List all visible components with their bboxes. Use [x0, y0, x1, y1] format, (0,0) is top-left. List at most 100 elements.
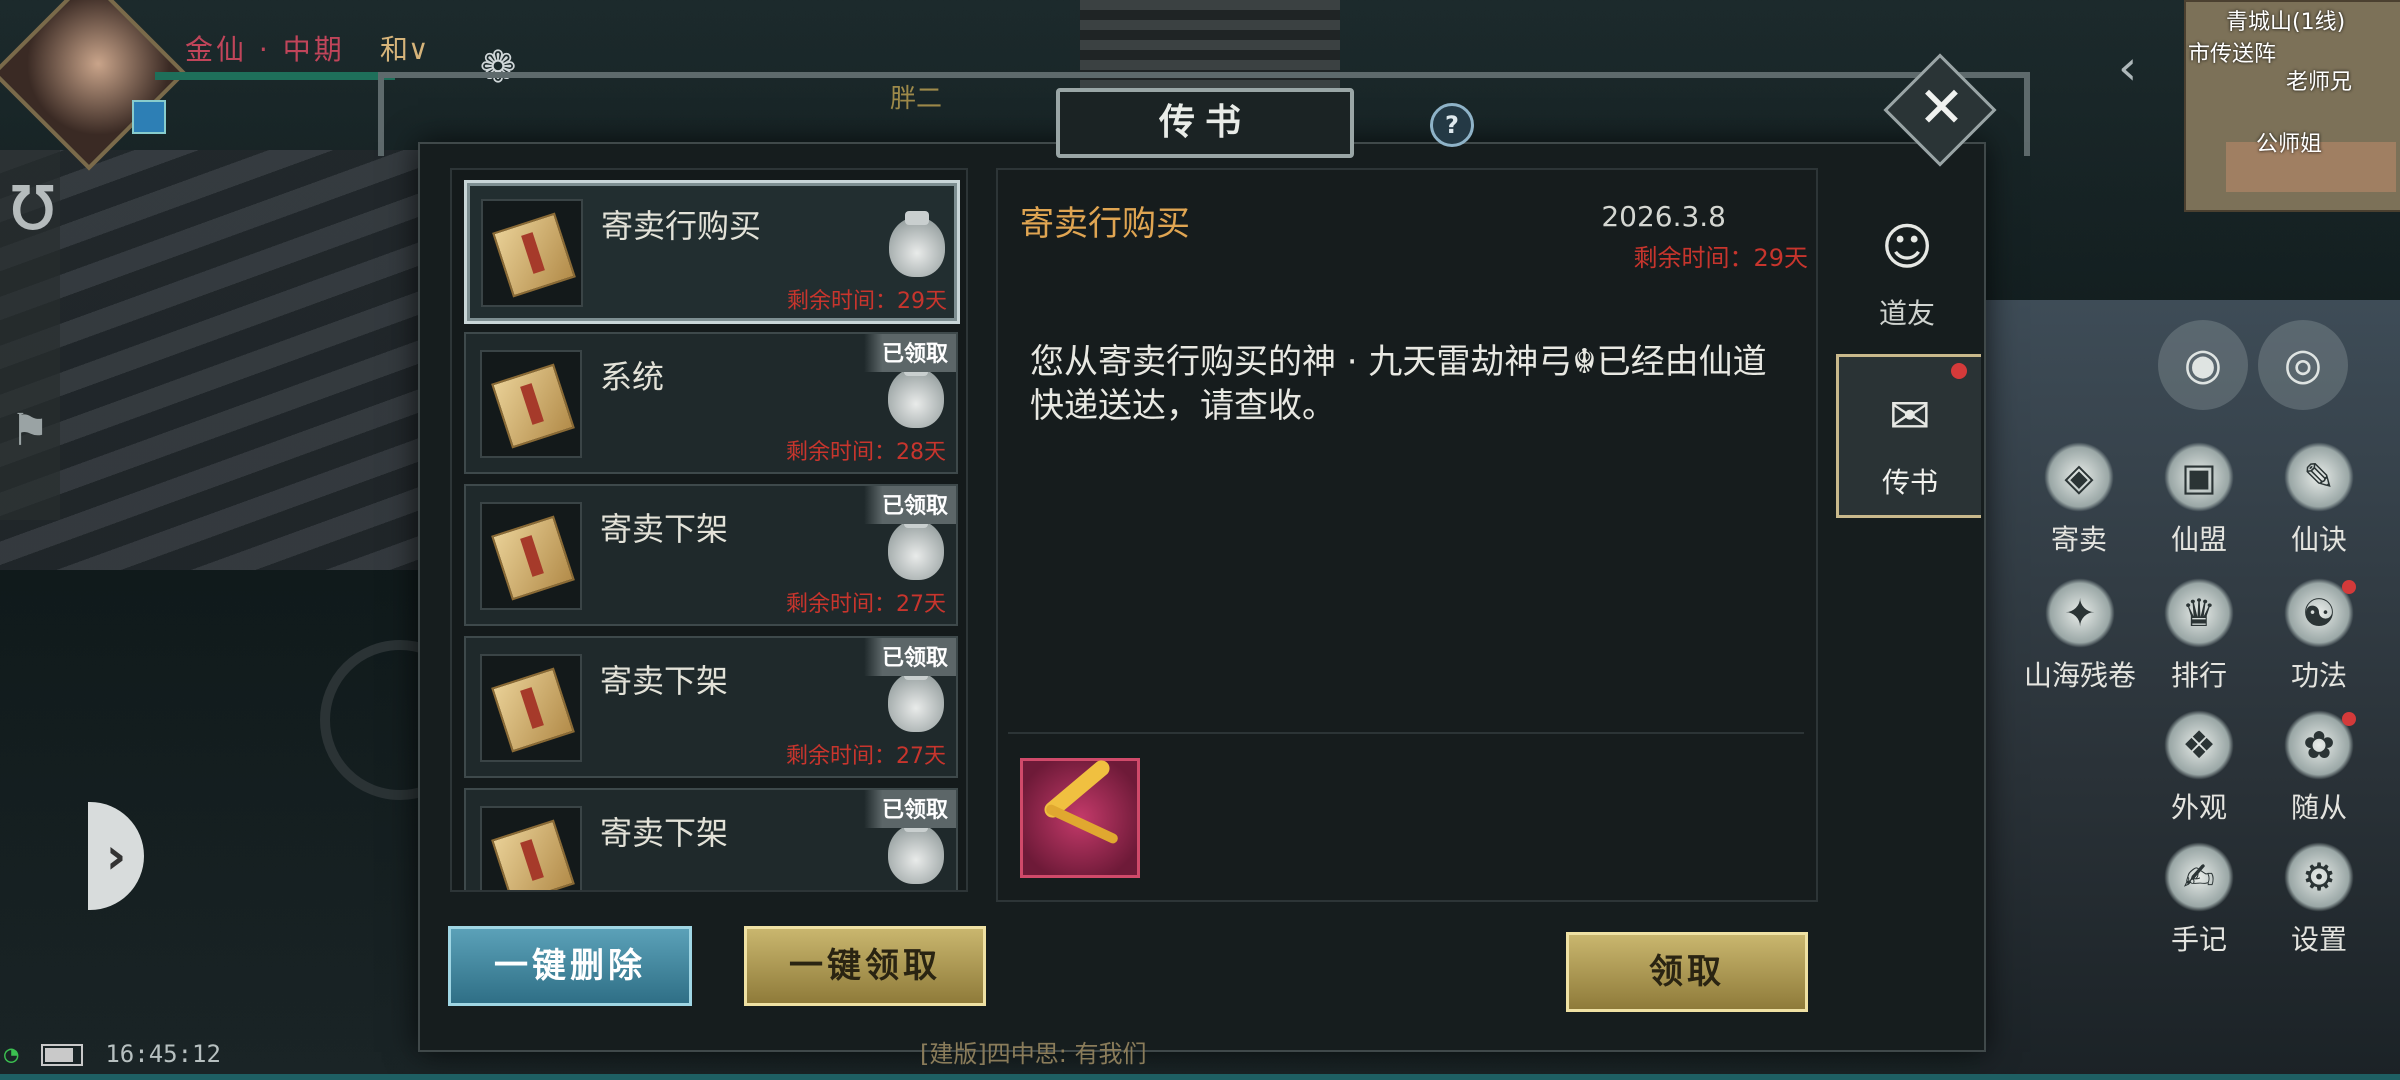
mail-name: 寄卖下架	[600, 510, 729, 548]
cycle-icon[interactable]: ◎	[2258, 320, 2348, 410]
buff-icon[interactable]	[132, 100, 166, 134]
ranking-icon: ♛	[2164, 578, 2234, 648]
mail-detail-title: 寄卖行购买	[1020, 204, 1190, 244]
mail-chat-icon: ✉	[1889, 387, 1931, 445]
mail-detail-date: 2026.3.8	[1601, 200, 1726, 233]
minimap[interactable]: 青城山(1线) 市传送阵 老师兄 公师姐	[2184, 0, 2400, 212]
claimed-badge: 已领取	[863, 790, 956, 828]
health-bar	[155, 72, 395, 80]
delete-all-button[interactable]: 一键删除	[448, 926, 692, 1006]
menu-skills[interactable]: ☯ 功法	[2264, 578, 2374, 694]
expand-arrow-icon[interactable]: ›	[88, 802, 144, 910]
player-avatar[interactable]	[0, 0, 187, 171]
claim-all-button[interactable]: 一键领取	[744, 926, 986, 1006]
mail-item[interactable]: 寄卖下架 已领取	[464, 788, 958, 890]
mail-remaining-time: 剩余时间：27天	[786, 592, 946, 617]
status-bar: ◔ 16:45:12	[0, 1040, 221, 1068]
notification-dot	[1951, 363, 1967, 379]
gear-icon: ⚙	[2284, 842, 2354, 912]
envelope-icon	[480, 350, 582, 458]
golden-bow-icon[interactable]	[1020, 757, 1140, 878]
menu-shanhai[interactable]: ✦ 山海残卷	[2010, 578, 2150, 694]
alliance-icon: ▣	[2164, 442, 2234, 512]
menu-journal[interactable]: ✍ 手记	[2144, 842, 2254, 958]
help-button[interactable]: ?	[1430, 103, 1474, 147]
bottom-bar	[0, 1074, 2400, 1080]
mail-detail-remaining: 剩余时间：29天	[1633, 244, 1808, 272]
mail-detail: 寄卖行购买 2026.3.8 剩余时间：29天 您从寄卖行购买的神 · 九天雷劫…	[996, 168, 1818, 902]
minimap-region: 青城山(1线)	[2226, 10, 2346, 35]
realm-label: 金仙 · 中期	[185, 33, 345, 66]
money-bag-icon	[889, 211, 945, 277]
minimap-label: 市传送阵	[2188, 42, 2277, 67]
money-bag-icon	[888, 666, 944, 732]
menu-label: 功法	[2290, 659, 2347, 692]
money-bag-icon	[888, 514, 944, 580]
menu-follower[interactable]: ✿ 随从	[2264, 710, 2374, 826]
mail-name: 寄卖下架	[600, 662, 729, 700]
envelope-icon	[480, 654, 582, 762]
menu-label: 随从	[2290, 791, 2347, 824]
claim-button[interactable]: 领取	[1566, 932, 1808, 1012]
scroll-icon: ✎	[2284, 442, 2354, 512]
mail-name: 寄卖下架	[600, 814, 729, 852]
menu-label: 仙诀	[2290, 523, 2347, 556]
appearance-icon: ❖	[2164, 710, 2234, 780]
menu-alliance[interactable]: ▣ 仙盟	[2144, 442, 2254, 558]
menu-label: 手记	[2170, 923, 2227, 956]
mail-item[interactable]: 寄卖下架 已领取 剩余时间：27天	[464, 636, 958, 778]
mail-detail-body: 您从寄卖行购买的神 · 九天雷劫神弓☬已经由仙道快递送达，请查收。	[1030, 342, 1767, 426]
tab-mail[interactable]: ✉ 传书	[1836, 354, 1981, 518]
consign-icon: ◈	[2044, 442, 2114, 512]
minimap-label: 老师兄	[2286, 70, 2353, 95]
friend-icon: ☺	[1880, 218, 1934, 276]
journal-icon: ✍	[2164, 842, 2234, 912]
tab-label: 道友	[1878, 297, 1935, 330]
mail-remaining-time: 剩余时间：28天	[786, 440, 946, 465]
dialog-title: 传书	[1056, 88, 1354, 158]
mail-name: 寄卖行购买	[601, 207, 762, 245]
mail-item[interactable]: 寄卖下架 已领取 剩余时间：27天	[464, 484, 958, 626]
menu-consign[interactable]: ◈ 寄卖	[2024, 442, 2134, 558]
money-bag-icon	[888, 362, 944, 428]
money-bag-icon	[888, 818, 944, 884]
bag-icon[interactable]: ◉	[2158, 320, 2248, 410]
minimap-label: 公师姐	[2256, 132, 2323, 157]
scroll-map-icon: ✦	[2045, 578, 2115, 648]
menu-immortal-art[interactable]: ✎ 仙诀	[2264, 442, 2374, 558]
menu-label: 仙盟	[2170, 523, 2227, 556]
chat-bubble-icon[interactable]: ʊ	[8, 155, 98, 275]
notification-dot	[2342, 712, 2356, 726]
menu-label: 外观	[2170, 791, 2227, 824]
notification-dot	[2342, 580, 2356, 594]
mail-list[interactable]: 寄卖行购买 剩余时间：29天 系统 已领取 剩余时间：28天 寄卖下架 已领取 …	[450, 168, 968, 892]
mail-remaining-time: 剩余时间：29天	[787, 289, 947, 314]
claimed-badge: 已领取	[863, 638, 956, 676]
envelope-icon	[480, 806, 582, 890]
battery-icon	[40, 1044, 83, 1066]
menu-label: 寄卖	[2050, 523, 2107, 556]
menu-label: 设置	[2290, 923, 2347, 956]
menu-label: 山海残卷	[2023, 659, 2136, 692]
menu-settings[interactable]: ⚙ 设置	[2264, 842, 2374, 958]
collapse-arrow-icon[interactable]: ‹	[2118, 40, 2137, 96]
close-icon: ✕	[1917, 75, 1965, 141]
tab-label: 传书	[1881, 466, 1938, 499]
mail-item[interactable]: 系统 已领取 剩余时间：28天	[464, 332, 958, 474]
mail-item[interactable]: 寄卖行购买 剩余时间：29天	[464, 180, 960, 324]
tab-friends[interactable]: ☺ 道友	[1836, 188, 1978, 346]
mail-remaining-time: 剩余时间：27天	[786, 744, 946, 769]
claimed-badge: 已领取	[863, 334, 956, 372]
envelope-icon	[481, 199, 583, 307]
menu-appearance[interactable]: ❖ 外观	[2144, 710, 2254, 826]
flag-icon[interactable]: ⚑	[10, 405, 49, 456]
claimed-badge: 已领取	[863, 486, 956, 524]
wifi-icon: ◔	[4, 1040, 19, 1068]
chat-preview[interactable]: [建版]四中思: 有我们	[920, 1034, 1146, 1069]
realm-dropdown[interactable]: 和∨	[380, 28, 429, 68]
clock: 16:45:12	[105, 1040, 221, 1068]
mail-name: 系统	[600, 358, 665, 396]
envelope-icon	[480, 502, 582, 610]
menu-label: 排行	[2170, 659, 2227, 692]
menu-ranking[interactable]: ♛ 排行	[2144, 578, 2254, 694]
